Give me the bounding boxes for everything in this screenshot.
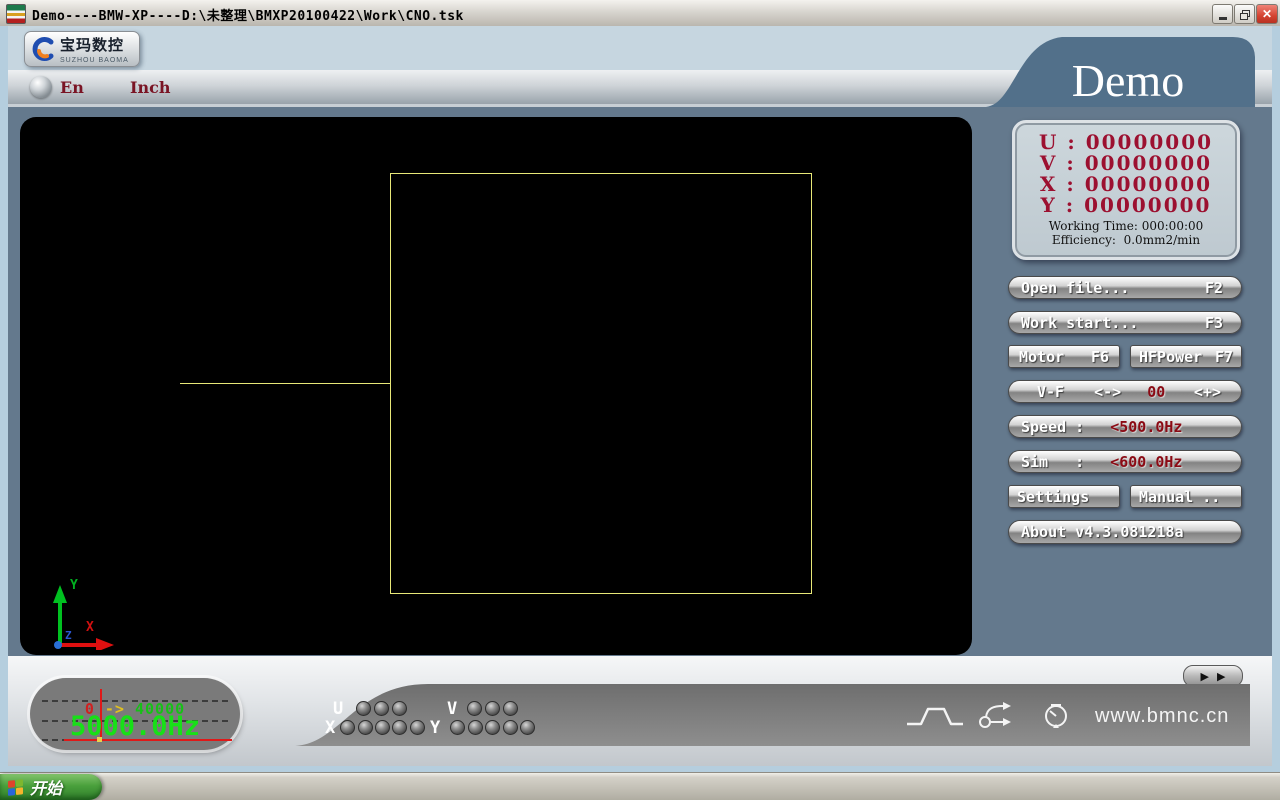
vf-increase-button[interactable]: <+> bbox=[1194, 383, 1221, 401]
hfpower-button[interactable]: HFPower F7 bbox=[1130, 345, 1242, 368]
taskbar: 开始 Windo... ✉ 2 Ou... 2 QQ... bbox=[0, 772, 1280, 800]
gauge-value: 5000.0Hz bbox=[30, 711, 240, 742]
motor-button[interactable]: Motor F6 bbox=[1008, 345, 1120, 368]
u-lamp bbox=[356, 701, 371, 716]
y-lamp bbox=[485, 720, 500, 735]
brand-logo-button[interactable]: 宝玛数控 SUZHOU BAOMA bbox=[24, 31, 140, 67]
y-lamp bbox=[520, 720, 535, 735]
coord-row-v: V : 00000000 bbox=[1040, 153, 1212, 174]
brand-name-en: SUZHOU BAOMA bbox=[60, 57, 129, 64]
vf-decrease-button[interactable]: <-> bbox=[1094, 383, 1121, 401]
lamp-label-v: V bbox=[447, 699, 457, 719]
language-toggle-icon[interactable] bbox=[30, 76, 52, 98]
sim-button[interactable]: Sim : <600.0Hz bbox=[1008, 450, 1242, 473]
x-lamp bbox=[358, 720, 373, 735]
meter-icon[interactable] bbox=[1042, 702, 1070, 730]
play-icon: ▶ bbox=[1201, 670, 1209, 683]
v-lamp bbox=[485, 701, 500, 716]
speed-button[interactable]: Speed : <500.0Hz bbox=[1008, 415, 1242, 438]
working-time: Working Time: 000:00:00 bbox=[1049, 219, 1204, 233]
wire-path-icon[interactable] bbox=[978, 700, 1014, 730]
lamp-label-y: Y bbox=[430, 718, 440, 738]
open-file-button[interactable]: Open file... F2 bbox=[1008, 276, 1242, 299]
u-lamp bbox=[392, 701, 407, 716]
coord-row-u: U : 00000000 bbox=[1039, 132, 1213, 153]
x-lamp bbox=[392, 720, 407, 735]
coordinate-display: U : 00000000 V : 00000000 X : 00000000 Y… bbox=[1012, 120, 1240, 260]
drawing-canvas[interactable]: Y X Z bbox=[20, 117, 972, 655]
work-start-button[interactable]: Work start... F3 bbox=[1008, 311, 1242, 334]
vf-value: 00 bbox=[1147, 383, 1165, 401]
lamp-label-x: X bbox=[325, 718, 335, 738]
axis-z-label: Z bbox=[65, 629, 72, 642]
restore-icon bbox=[1240, 10, 1249, 18]
efficiency: Efficiency: 0.0mm2/min bbox=[1052, 233, 1200, 247]
play-icon: ▶ bbox=[1217, 670, 1225, 683]
x-lamp bbox=[410, 720, 425, 735]
close-icon: ✕ bbox=[1262, 7, 1272, 21]
close-button[interactable]: ✕ bbox=[1256, 4, 1278, 24]
app-mode-title: Demo bbox=[1058, 54, 1198, 107]
minimize-icon bbox=[1219, 17, 1227, 20]
language-label[interactable]: En bbox=[60, 78, 84, 97]
app-icon bbox=[6, 4, 26, 24]
lamp-label-u: U bbox=[333, 699, 343, 719]
pulse-wave-icon[interactable] bbox=[905, 704, 965, 728]
speed-gauge: 0 -> 40000 5000.0Hz bbox=[30, 678, 240, 750]
minimize-button[interactable] bbox=[1212, 4, 1233, 24]
settings-button[interactable]: Settings bbox=[1008, 485, 1120, 508]
baoma-logo-icon bbox=[31, 36, 57, 62]
u-lamp bbox=[374, 701, 389, 716]
v-lamp bbox=[503, 701, 518, 716]
brand-name-cn: 宝玛数控 bbox=[60, 34, 129, 55]
vf-stepper[interactable]: V-F <-> 00 <+> bbox=[1008, 380, 1242, 403]
y-lamp bbox=[450, 720, 465, 735]
x-lamp bbox=[375, 720, 390, 735]
about-button[interactable]: About v4.3.081218a bbox=[1008, 520, 1242, 544]
windows-logo-icon bbox=[8, 779, 24, 796]
speed-value: <500.0Hz bbox=[1110, 418, 1182, 436]
screen: Demo----BMW-XP----D:\未整理\BMXP20100422\Wo… bbox=[0, 0, 1280, 800]
coord-row-x: X : 00000000 bbox=[1040, 174, 1212, 195]
website-link: www.bmnc.cn bbox=[1095, 705, 1229, 728]
restore-button[interactable] bbox=[1234, 4, 1255, 24]
program-lead-in-line bbox=[180, 383, 391, 384]
axis-x-label: X bbox=[86, 620, 94, 635]
start-button[interactable]: 开始 bbox=[0, 774, 102, 800]
manual-button[interactable]: Manual .. bbox=[1130, 485, 1242, 508]
v-lamp bbox=[467, 701, 482, 716]
unit-label[interactable]: Inch bbox=[130, 78, 171, 97]
window-title: Demo----BMW-XP----D:\未整理\BMXP20100422\Wo… bbox=[32, 5, 464, 24]
coord-row-y: Y : 00000000 bbox=[1041, 195, 1212, 216]
sim-value: <600.0Hz bbox=[1110, 453, 1182, 471]
y-lamp bbox=[468, 720, 483, 735]
program-path-rect bbox=[390, 173, 812, 594]
titlebar: Demo----BMW-XP----D:\未整理\BMXP20100422\Wo… bbox=[0, 0, 1280, 27]
x-lamp bbox=[340, 720, 355, 735]
axis-y-label: Y bbox=[70, 578, 78, 593]
axis-indicator: Y X Z bbox=[28, 575, 123, 650]
y-lamp bbox=[503, 720, 518, 735]
app-window: 宝玛数控 SUZHOU BAOMA En Inch Demo Y X Z bbox=[0, 26, 1280, 772]
